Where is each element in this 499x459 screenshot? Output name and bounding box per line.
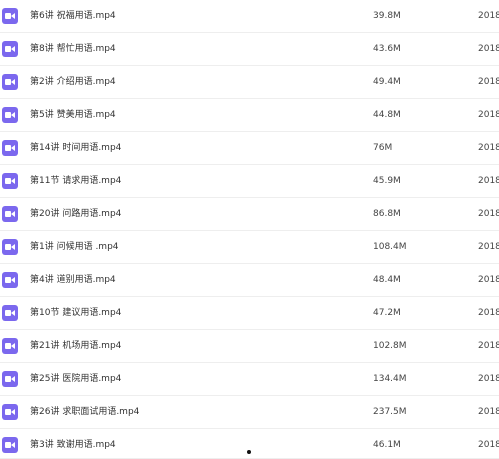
file-date: 2018- [478, 242, 499, 252]
video-file-icon [2, 272, 18, 288]
file-name[interactable]: 第10节 建议用语.mp4 [30, 297, 121, 330]
file-row[interactable]: 第8讲 帮忙用语.mp4 43.6M 2018- [0, 33, 499, 66]
video-file-icon [2, 41, 18, 57]
file-name[interactable]: 第21讲 机场用语.mp4 [30, 330, 121, 363]
file-date: 2018- [478, 308, 499, 318]
file-name[interactable]: 第2讲 介绍用语.mp4 [30, 66, 116, 99]
file-date: 2018- [478, 176, 499, 186]
file-name[interactable]: 第1讲 问候用语 .mp4 [30, 231, 119, 264]
file-date: 2018- [478, 407, 499, 417]
video-file-icon [2, 8, 18, 24]
file-name[interactable]: 第5讲 赞美用语.mp4 [30, 99, 116, 132]
file-date: 2018- [478, 374, 499, 384]
video-file-icon [2, 173, 18, 189]
file-row[interactable]: 第1讲 问候用语 .mp4 108.4M 2018- [0, 231, 499, 264]
file-size: 237.5M [373, 407, 407, 417]
file-date: 2018- [478, 77, 499, 87]
file-row[interactable]: 第11节 请求用语.mp4 45.9M 2018- [0, 165, 499, 198]
file-name[interactable]: 第3讲 致谢用语.mp4 [30, 429, 116, 459]
file-size: 48.4M [373, 275, 401, 285]
file-row[interactable]: 第10节 建议用语.mp4 47.2M 2018- [0, 297, 499, 330]
file-list: 第6讲 祝福用语.mp4 39.8M 2018- 第8讲 帮忙用语.mp4 43… [0, 0, 499, 459]
file-row[interactable]: 第4讲 道别用语.mp4 48.4M 2018- [0, 264, 499, 297]
mouse-cursor [247, 450, 251, 454]
video-file-icon [2, 74, 18, 90]
video-file-icon [2, 107, 18, 123]
file-size: 108.4M [373, 242, 407, 252]
file-date: 2018- [478, 110, 499, 120]
file-row[interactable]: 第14讲 时间用语.mp4 76M 2018- [0, 132, 499, 165]
video-file-icon [2, 239, 18, 255]
video-file-icon [2, 371, 18, 387]
file-date: 2018- [478, 341, 499, 351]
file-row[interactable]: 第5讲 赞美用语.mp4 44.8M 2018- [0, 99, 499, 132]
file-name[interactable]: 第14讲 时间用语.mp4 [30, 132, 121, 165]
file-size: 102.8M [373, 341, 407, 351]
file-name[interactable]: 第4讲 道别用语.mp4 [30, 264, 116, 297]
file-name[interactable]: 第6讲 祝福用语.mp4 [30, 0, 116, 33]
file-size: 86.8M [373, 209, 401, 219]
video-file-icon [2, 206, 18, 222]
file-name[interactable]: 第20讲 问路用语.mp4 [30, 198, 121, 231]
file-name[interactable]: 第8讲 帮忙用语.mp4 [30, 33, 116, 66]
file-date: 2018- [478, 440, 499, 450]
file-date: 2018- [478, 44, 499, 54]
file-size: 76M [373, 143, 393, 153]
video-file-icon [2, 305, 18, 321]
file-size: 45.9M [373, 176, 401, 186]
file-date: 2018- [478, 143, 499, 153]
file-row[interactable]: 第6讲 祝福用语.mp4 39.8M 2018- [0, 0, 499, 33]
video-file-icon [2, 338, 18, 354]
file-size: 47.2M [373, 308, 401, 318]
file-date: 2018- [478, 209, 499, 219]
file-row[interactable]: 第25讲 医院用语.mp4 134.4M 2018- [0, 363, 499, 396]
file-size: 46.1M [373, 440, 401, 450]
file-size: 44.8M [373, 110, 401, 120]
file-name[interactable]: 第26讲 求职面试用语.mp4 [30, 396, 139, 429]
video-file-icon [2, 437, 18, 453]
file-row[interactable]: 第21讲 机场用语.mp4 102.8M 2018- [0, 330, 499, 363]
file-date: 2018- [478, 275, 499, 285]
file-row[interactable]: 第2讲 介绍用语.mp4 49.4M 2018- [0, 66, 499, 99]
file-row[interactable]: 第3讲 致谢用语.mp4 46.1M 2018- [0, 429, 499, 459]
video-file-icon [2, 404, 18, 420]
file-name[interactable]: 第25讲 医院用语.mp4 [30, 363, 121, 396]
file-size: 43.6M [373, 44, 401, 54]
file-date: 2018- [478, 11, 499, 21]
file-size: 39.8M [373, 11, 401, 21]
file-name[interactable]: 第11节 请求用语.mp4 [30, 165, 121, 198]
video-file-icon [2, 140, 18, 156]
file-size: 49.4M [373, 77, 401, 87]
file-size: 134.4M [373, 374, 407, 384]
file-row[interactable]: 第20讲 问路用语.mp4 86.8M 2018- [0, 198, 499, 231]
file-row[interactable]: 第26讲 求职面试用语.mp4 237.5M 2018- [0, 396, 499, 429]
